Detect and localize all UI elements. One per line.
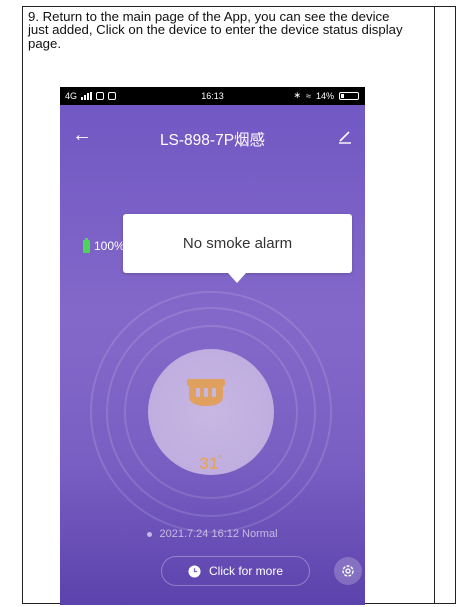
system-status-bar: 4G 16:13 ∗ ≈ 14% <box>60 87 365 105</box>
temperature-value: 31 <box>199 454 219 473</box>
gear-icon <box>342 565 354 577</box>
phone-battery-percent: 14% <box>315 90 334 101</box>
temperature-unit: ° <box>218 454 223 465</box>
last-status-text: 2021.7.24 16:12 Normal <box>159 528 278 540</box>
status-bar-right: ∗ ≈ 14% <box>293 90 359 101</box>
click-for-more-label: Click for more <box>208 564 283 578</box>
alarm-status-text: No smoke alarm <box>182 235 293 252</box>
smoke-sensor-icon <box>187 379 225 406</box>
device-battery: 100% <box>83 237 125 253</box>
battery-icon <box>83 237 90 253</box>
clock-icon <box>188 564 201 578</box>
edit-pencil-icon[interactable] <box>337 128 353 144</box>
alarm-status-popup: No smoke alarm <box>123 214 352 283</box>
device-battery-level: 100% <box>94 239 125 253</box>
document-table-frame: 9. Return to the main page of the App, y… <box>22 6 456 605</box>
click-for-more-button[interactable]: Click for more <box>161 556 310 586</box>
phone-battery-icon <box>339 91 359 100</box>
instruction-text: 9. Return to the main page of the App, y… <box>28 9 403 51</box>
status-dot-icon <box>147 531 153 537</box>
wifi-icon: ≈ <box>306 90 311 101</box>
temperature-reading: 31° <box>148 454 274 474</box>
table-column-divider <box>434 7 435 603</box>
popup-tail <box>228 273 246 283</box>
settings-button[interactable] <box>334 557 362 585</box>
bluetooth-icon: ∗ <box>293 90 302 100</box>
last-status-line: 2021.7.24 16:12 Normal <box>60 528 365 540</box>
phone-screenshot: 4G 16:13 ∗ ≈ 14% ← LS-898-7P烟感 100% 31° … <box>60 87 365 605</box>
app-header: ← LS-898-7P烟感 <box>60 121 365 151</box>
device-status-button[interactable]: 31° <box>148 349 274 475</box>
device-title: LS-898-7P烟感 <box>159 132 266 149</box>
